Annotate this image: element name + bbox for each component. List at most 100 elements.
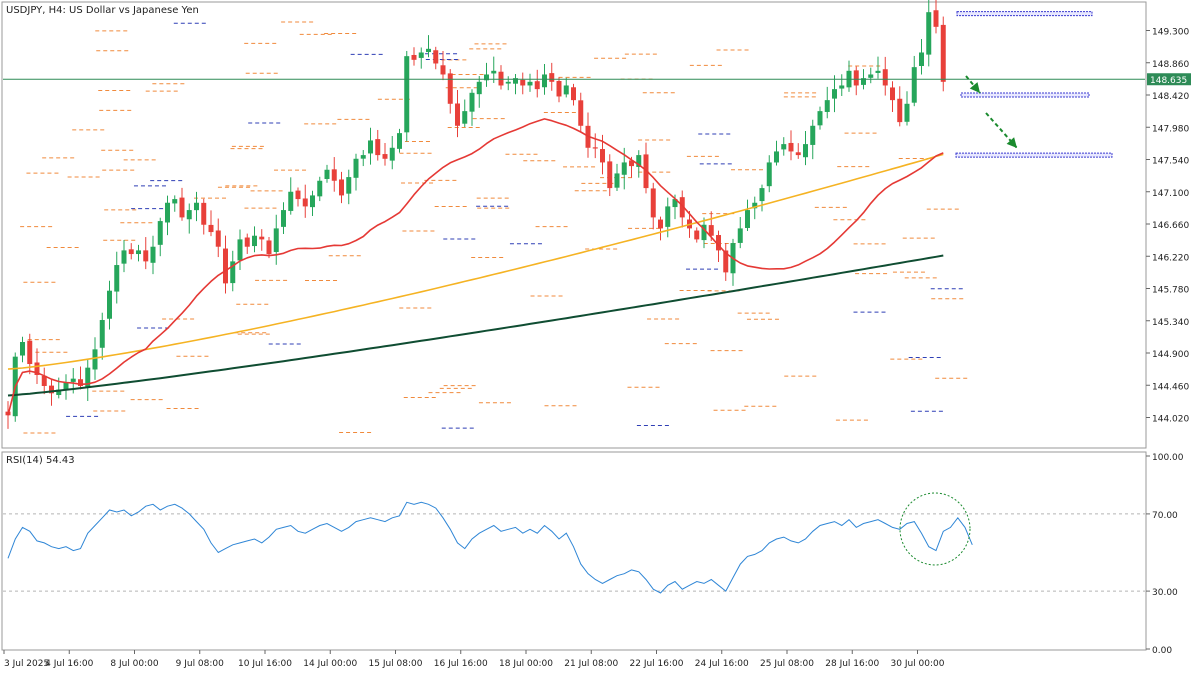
bear-candle[interactable] [795, 152, 801, 156]
bear-candle[interactable] [433, 50, 439, 64]
price-zone[interactable] [960, 92, 1090, 98]
bull-candle[interactable] [919, 52, 924, 66]
bear-candle[interactable] [890, 87, 895, 101]
bear-candle[interactable] [853, 70, 859, 86]
bear-candle[interactable] [882, 69, 888, 86]
bear-candle[interactable] [600, 149, 605, 163]
bull-candle[interactable] [157, 221, 163, 245]
bull-candle[interactable] [186, 210, 192, 220]
bear-candle[interactable] [27, 340, 33, 364]
bear-candle[interactable] [498, 71, 504, 86]
bull-candle[interactable] [121, 250, 127, 264]
bear-candle[interactable] [658, 219, 663, 229]
bear-candle[interactable] [578, 100, 584, 126]
bear-candle[interactable] [208, 224, 214, 233]
bear-candle[interactable] [128, 249, 134, 255]
bull-candle[interactable] [310, 195, 315, 208]
bull-candle[interactable] [20, 342, 25, 356]
bull-candle[interactable] [766, 162, 772, 187]
bull-candle[interactable] [803, 144, 808, 158]
bull-candle[interactable] [353, 158, 359, 178]
bull-candle[interactable] [839, 85, 845, 89]
bear-candle[interactable] [266, 240, 272, 255]
bear-candle[interactable] [534, 81, 540, 90]
bull-candle[interactable] [404, 56, 410, 133]
bull-candle[interactable] [868, 74, 874, 78]
bull-candle[interactable] [491, 70, 497, 74]
bull-candle[interactable] [621, 162, 627, 175]
bull-candle[interactable] [542, 74, 547, 88]
bull-candle[interactable] [150, 246, 156, 263]
bull-candle[interactable] [368, 140, 373, 154]
bull-candle[interactable] [360, 155, 366, 159]
bear-candle[interactable] [295, 190, 301, 200]
bull-candle[interactable] [759, 188, 765, 202]
bear-candle[interactable] [549, 73, 555, 82]
bear-candle[interactable] [179, 197, 185, 218]
bear-candle[interactable] [607, 161, 613, 189]
bull-candle[interactable] [136, 250, 141, 255]
bear-candle[interactable] [571, 87, 576, 101]
bear-candle[interactable] [259, 236, 265, 240]
bear-candle[interactable] [788, 142, 794, 152]
bull-candle[interactable] [317, 180, 323, 197]
bear-candle[interactable] [382, 154, 388, 159]
bull-candle[interactable] [824, 100, 830, 112]
bull-candle[interactable] [875, 70, 881, 73]
bull-candle[interactable] [172, 199, 178, 204]
bear-candle[interactable] [302, 198, 308, 207]
bull-candle[interactable] [665, 206, 671, 227]
bull-candle[interactable] [92, 349, 98, 370]
bull-candle[interactable] [810, 125, 816, 145]
bear-candle[interactable] [592, 147, 598, 149]
bull-candle[interactable] [281, 210, 286, 227]
bear-candle[interactable] [520, 79, 526, 86]
price-zone[interactable] [956, 11, 1093, 17]
bull-candle[interactable] [745, 210, 750, 228]
bull-candle[interactable] [911, 67, 917, 103]
bull-candle[interactable] [273, 228, 279, 252]
bull-candle[interactable] [114, 265, 120, 292]
price-panel-frame[interactable] [1, 1, 1147, 449]
bear-candle[interactable] [447, 73, 453, 104]
bull-candle[interactable] [462, 111, 468, 124]
bear-candle[interactable] [694, 230, 700, 240]
bull-candle[interactable] [389, 147, 395, 161]
bull-candle[interactable] [288, 191, 294, 211]
bull-candle[interactable] [397, 133, 402, 149]
bear-candle[interactable] [244, 237, 250, 247]
bull-candle[interactable] [107, 290, 112, 319]
bear-candle[interactable] [143, 250, 149, 262]
bear-candle[interactable] [897, 98, 903, 123]
price-zone[interactable] [955, 152, 1113, 158]
bull-candle[interactable] [85, 367, 91, 388]
bull-candle[interactable] [476, 81, 482, 95]
bull-candle[interactable] [817, 111, 823, 126]
bear-candle[interactable] [440, 65, 446, 75]
bull-candle[interactable] [426, 48, 431, 53]
bull-candle[interactable] [70, 378, 76, 382]
bear-candle[interactable] [933, 10, 939, 27]
bull-candle[interactable] [194, 202, 199, 211]
bull-candle[interactable] [505, 81, 511, 84]
bull-candle[interactable] [926, 12, 932, 55]
bull-candle[interactable] [99, 320, 105, 348]
bear-candle[interactable] [411, 54, 417, 60]
bear-candle[interactable] [331, 169, 337, 181]
bull-candle[interactable] [781, 144, 787, 150]
bull-candle[interactable] [165, 202, 170, 223]
bull-candle[interactable] [563, 85, 569, 95]
bear-candle[interactable] [223, 248, 228, 284]
bull-candle[interactable] [252, 235, 257, 247]
bear-candle[interactable] [375, 139, 381, 156]
bull-candle[interactable] [904, 103, 910, 122]
bull-candle[interactable] [469, 92, 475, 112]
bear-candle[interactable] [455, 103, 460, 126]
bull-candle[interactable] [324, 169, 330, 179]
bear-candle[interactable] [940, 24, 946, 82]
bull-candle[interactable] [737, 228, 743, 243]
bear-candle[interactable] [556, 81, 562, 97]
bull-candle[interactable] [237, 239, 243, 261]
bear-candle[interactable] [215, 230, 221, 247]
bull-candle[interactable] [346, 177, 352, 194]
